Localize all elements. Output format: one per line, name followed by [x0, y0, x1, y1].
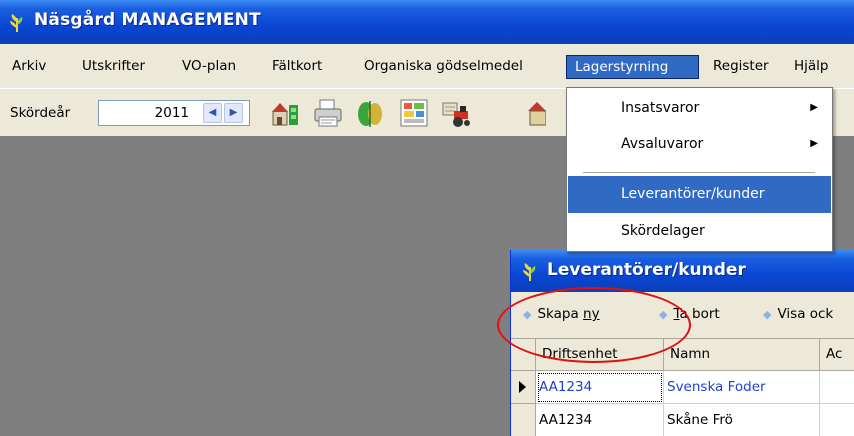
row-selector[interactable] [511, 404, 536, 436]
barn-icon[interactable] [528, 97, 546, 129]
menu-item-insatsvaror[interactable]: Insatsvaror ▶ [569, 92, 830, 125]
column-header-ac[interactable]: Ac [820, 339, 854, 371]
menu-item-leverantorer-kunder[interactable]: Leverantörer/kunder [568, 176, 831, 213]
menu-vo-plan[interactable]: VO-plan [178, 55, 240, 79]
year-label: Skördeår [10, 105, 71, 121]
submenu-arrow-icon: ▶ [810, 138, 818, 149]
wheat-logo-icon [523, 263, 536, 281]
current-row-arrow-icon [519, 381, 526, 393]
menu-item-avsaluvaror[interactable]: Avsaluvaror ▶ [569, 128, 830, 161]
year-spinner[interactable]: 2011 ◀ ▶ [98, 100, 250, 126]
lagerstyrning-dropdown: Insatsvaror ▶ Avsaluvaror ▶ Leverantörer… [566, 87, 833, 252]
cell-driftsenhet[interactable]: AA1234 [536, 371, 664, 404]
cell-namn[interactable]: Skåne Frö [664, 404, 820, 436]
year-value[interactable]: 2011 [155, 105, 189, 121]
menu-item-label: Leverantörer/kunder [621, 186, 765, 202]
crop-icon[interactable] [354, 97, 386, 129]
bullet-icon: ◆ [763, 308, 772, 321]
field-map-icon[interactable] [398, 97, 430, 129]
highlight-annotation [497, 287, 691, 363]
printer-icon[interactable] [312, 97, 344, 129]
column-header-namn[interactable]: Namn [664, 339, 820, 371]
year-prev-button[interactable]: ◀ [203, 103, 222, 123]
menu-arkiv[interactable]: Arkiv [8, 55, 50, 79]
menu-hjalp[interactable]: Hjälp [790, 55, 833, 79]
child-titlebar[interactable]: Leverantörer/kunder [511, 250, 854, 292]
menu-item-label: Avsaluvaror [621, 136, 704, 152]
submenu-arrow-icon: ▶ [810, 102, 818, 113]
cell-ac[interactable] [820, 404, 854, 436]
app-titlebar: Näsgård MANAGEMENT [0, 0, 854, 44]
cell-driftsenhet[interactable]: AA1234 [536, 404, 664, 436]
menu-organiska-godselmedel[interactable]: Organiska gödselmedel [360, 55, 527, 79]
table-row[interactable]: AA1234 Skåne Frö [511, 404, 854, 436]
menu-utskrifter[interactable]: Utskrifter [78, 55, 149, 79]
wheat-logo-icon [10, 14, 23, 32]
app-title: Näsgård MANAGEMENT [34, 10, 261, 30]
menu-separator [583, 172, 815, 174]
row-selector[interactable] [511, 371, 536, 404]
menu-faltkort[interactable]: Fältkort [268, 55, 326, 79]
tractor-icon[interactable] [440, 97, 472, 129]
menu-lagerstyrning[interactable]: Lagerstyrning [566, 55, 699, 79]
menu-register[interactable]: Register [709, 55, 773, 79]
child-window-title: Leverantörer/kunder [547, 260, 746, 280]
cell-namn[interactable]: Svenska Foder [664, 371, 820, 404]
menu-item-label: Insatsvaror [621, 100, 700, 116]
menu-item-skordelager[interactable]: Skördelager [569, 215, 830, 248]
year-next-button[interactable]: ▶ [224, 103, 243, 123]
cell-ac[interactable] [820, 371, 854, 404]
show-also-button[interactable]: ◆ Visa ock [763, 306, 833, 322]
menu-bar: Arkiv Utskrifter VO-plan Fältkort Organi… [0, 44, 854, 88]
show-also-label: Visa ock [777, 306, 834, 322]
table-row[interactable]: AA1234 Svenska Foder [511, 371, 854, 404]
menu-item-label: Skördelager [621, 223, 705, 239]
farm-icon[interactable] [270, 97, 302, 129]
